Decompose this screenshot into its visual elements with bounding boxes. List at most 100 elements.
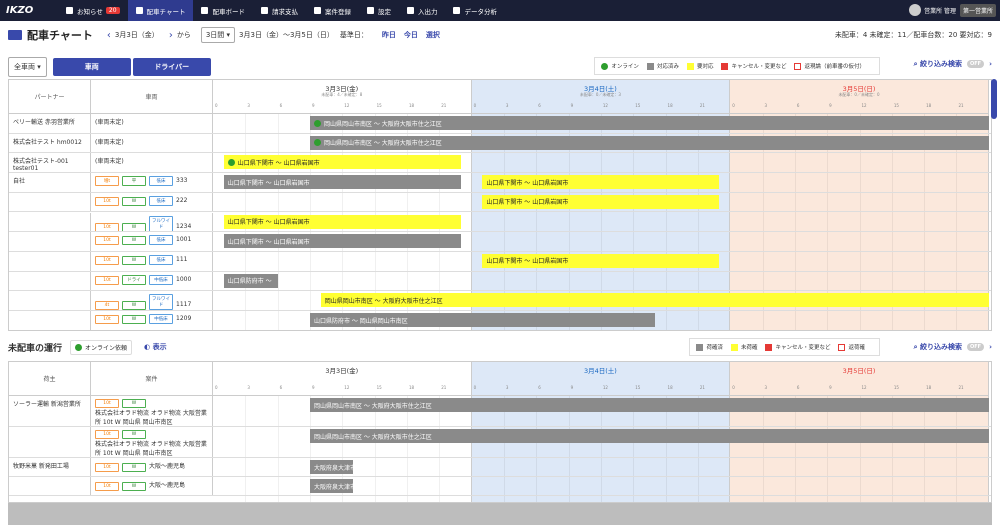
vehicle-cell[interactable]: (車両未定) <box>91 133 213 153</box>
office-button[interactable]: 第一営業所 <box>959 4 996 17</box>
legend-item: キャンセル・変更など <box>721 62 786 70</box>
hour-tick: 18 <box>408 103 415 108</box>
trip-bar[interactable]: 大阪府泉大津市 <box>309 460 354 474</box>
case-cell[interactable]: 10t W 株式会社オラド物流 オラド物流 大阪営業所 10t W 岡山県 岡山市南… <box>91 427 213 457</box>
trip-bar[interactable]: 山口県下関市 ～ 山口県岩国市 <box>223 214 461 229</box>
nav-item[interactable]: 入出力 <box>399 0 446 21</box>
vehicle-cell[interactable]: 10t W 低床 1001 <box>91 232 213 251</box>
trip-bar[interactable]: 山口県下関市 ～ 山口県岩国市 <box>223 175 461 190</box>
nav-icon <box>406 7 414 14</box>
trip-bar[interactable]: 岡山県岡山市南区 ～ 大阪府大阪市住之江区 <box>309 135 989 150</box>
trip-bar[interactable]: 岡山県岡山市南区 ～ 大阪府大阪市住之江区 <box>320 293 989 308</box>
filter-toggle[interactable]: OFF <box>967 343 985 351</box>
nav-item[interactable]: 配車ボード <box>193 0 253 21</box>
hour-tick: 9 <box>829 103 832 108</box>
trip-bar[interactable]: 山口県防府市 ～ <box>223 273 278 288</box>
hour-tick: 18 <box>408 385 415 390</box>
trip-bar[interactable]: 山口県下関市 ～ 山口県岩国市 <box>482 253 720 268</box>
vehicle-cell[interactable]: 4t Wフルワイド 1117 <box>91 291 213 310</box>
vehicle-tag: 10t <box>95 196 119 206</box>
prev-arrow-icon[interactable]: ‹ <box>107 30 111 41</box>
case-tag: W <box>122 482 146 491</box>
case-tag: 10t <box>95 463 119 472</box>
case-cell[interactable]: 10t W 大阪～鹿児島 <box>91 477 213 495</box>
vehicle-number: (車両未定) <box>95 119 124 126</box>
vehicle-cell[interactable]: 10t W 中低床 1209 <box>91 311 213 330</box>
online-request-toggle[interactable]: オンライン依頼 <box>70 339 133 355</box>
show-toggle[interactable]: ◐ 表示 <box>144 342 167 352</box>
case-tag: 10t <box>95 430 119 439</box>
vehicle-row: 4t Wフルワイド 1117 岡山県岡山市南区 ～ 大阪府大阪市住之江区 <box>9 291 991 311</box>
avatar <box>909 4 922 16</box>
trip-bar[interactable]: 山口県下関市 ～ 山口県岩国市 <box>223 155 461 170</box>
next-arrow-icon[interactable]: › <box>169 30 173 41</box>
trip-bar[interactable]: 山口県下関市 ～ 山口県岩国市 <box>223 234 461 249</box>
vehicle-cell[interactable]: 10t Wフルワイド 1234 <box>91 212 213 232</box>
nav-item[interactable]: データ分析 <box>445 0 505 21</box>
nav-item[interactable]: 設定 <box>359 0 399 21</box>
vehicle-tag: 10t <box>95 222 119 232</box>
period-select[interactable]: 3日間 ▾ <box>200 27 236 43</box>
nav-item[interactable]: 配車チャート <box>127 0 194 21</box>
trip-bar[interactable]: 岡山県岡山市南区 ～ 大阪府大阪市住之江区 <box>309 398 989 412</box>
vehicle-tag: W <box>122 315 146 324</box>
trip-label: 山口県防府市 ～ <box>227 278 272 286</box>
vehicle-row: 10t W 低床 1001 山口県下関市 ～ 山口県岩国市 <box>9 232 991 252</box>
trip-bar[interactable]: 岡山県岡山市南区 ～ 大阪府大阪市住之江区 <box>309 116 989 130</box>
nav-item[interactable]: お知らせ 20 <box>58 0 128 21</box>
filter-toggle[interactable]: OFF <box>967 60 985 68</box>
vehicle-row: 株式会社テスト hm0012 (車両未定) 岡山県岡山市南区 ～ 大阪府大阪市住之江… <box>9 133 991 154</box>
nav-item-label: データ分析 <box>464 7 497 16</box>
nav-icon <box>66 7 73 14</box>
vehicle-cell[interactable]: (車両未定) <box>91 153 213 173</box>
vehicle-tag: 低床 <box>149 235 173 246</box>
legend-item: 返現論（前車番の仮付） <box>794 62 865 70</box>
vehicle-tag: 中低床 <box>149 274 173 285</box>
hour-tick: 3 <box>247 385 250 390</box>
hour-tick: 21 <box>958 103 964 108</box>
nav-item[interactable]: 請求支払 <box>253 0 306 21</box>
case-tag: W <box>122 399 146 408</box>
vehicle-button[interactable]: 車両 <box>52 58 131 76</box>
partner-cell: 自社 <box>9 173 91 192</box>
hour-tick: 21 <box>699 385 705 390</box>
hour-tick: 15 <box>635 103 641 108</box>
scrollbar[interactable] <box>991 79 997 119</box>
hour-tick: 0 <box>473 385 477 390</box>
trip-label: 岡山県岡山市南区 ～ 大阪府大阪市住之江区 <box>313 433 432 441</box>
online-indicator <box>227 158 235 166</box>
case-tag: W <box>122 430 146 439</box>
unassigned-chart: 荷主 案件 3月3日(金) 0 3 6 9 12 15 18 21 3月4日(土) 0 3 6 9 12 15 18… <box>8 361 992 503</box>
vehicle-cell[interactable]: 10t ドライ 中低床 1000 <box>91 271 213 291</box>
hour-tick: 0 <box>215 385 218 390</box>
driver-button[interactable]: ドライバー <box>132 58 211 76</box>
case-cell[interactable]: 10t W 株式会社オラド物流 オラド物流 大阪営業所 10t W 岡山県 岡山市南… <box>91 396 213 426</box>
filter-search-unassigned[interactable]: ⌕ 絞り込み検索 OFF › <box>914 342 992 352</box>
select-link[interactable]: 選択 <box>426 30 440 40</box>
hour-tick: 6 <box>538 103 541 108</box>
case-tag: W <box>122 463 146 472</box>
trip-bar[interactable]: 山口県防府市 ～ 岡山県岡山市南区 <box>309 313 655 327</box>
trip-bar[interactable]: 大阪府泉大津市 <box>309 479 354 493</box>
nav-item[interactable]: 案件登録 <box>306 0 359 21</box>
hour-tick: 18 <box>926 103 932 108</box>
vehicle-select[interactable]: 全車両 ▾ <box>8 57 47 77</box>
trip-bar[interactable]: 岡山県岡山市南区 ～ 大阪府大阪市住之江区 <box>309 429 989 443</box>
base-date[interactable]: 3月3日（金） <box>115 30 159 40</box>
legend-swatch <box>765 343 773 351</box>
vehicle-cell[interactable]: (車両未定) <box>91 114 213 133</box>
trip-bar[interactable]: 山口県下関市 ～ 山口県岩国市 <box>482 175 720 190</box>
vehicle-cell[interactable]: 10t W 低床 222 <box>91 192 213 212</box>
vehicle-row: 株式会社テスト-001 tester01 (車両未定) 山口県下関市 ～ 山口県岩国… <box>9 153 991 174</box>
legend-item: 要対応 <box>686 62 713 70</box>
legend-item: 返荷確 <box>838 343 865 351</box>
vehicle-cell[interactable]: 10t W 低床 111 <box>91 251 213 271</box>
partner-cell <box>9 291 91 310</box>
yesterday-link[interactable]: 昨日 <box>382 30 396 40</box>
vehicle-cell[interactable]: 増t 平低床 333 <box>91 173 213 192</box>
case-cell[interactable]: 10t W 大阪～鹿児島 <box>91 458 213 476</box>
today-link[interactable]: 今日 <box>404 30 418 40</box>
filter-search[interactable]: ⌕ 絞り込み検索 OFF › <box>914 59 992 69</box>
user-menu[interactable]: 営業所 管理 <box>909 4 956 16</box>
trip-bar[interactable]: 山口県下関市 ～ 山口県岩国市 <box>482 194 720 209</box>
